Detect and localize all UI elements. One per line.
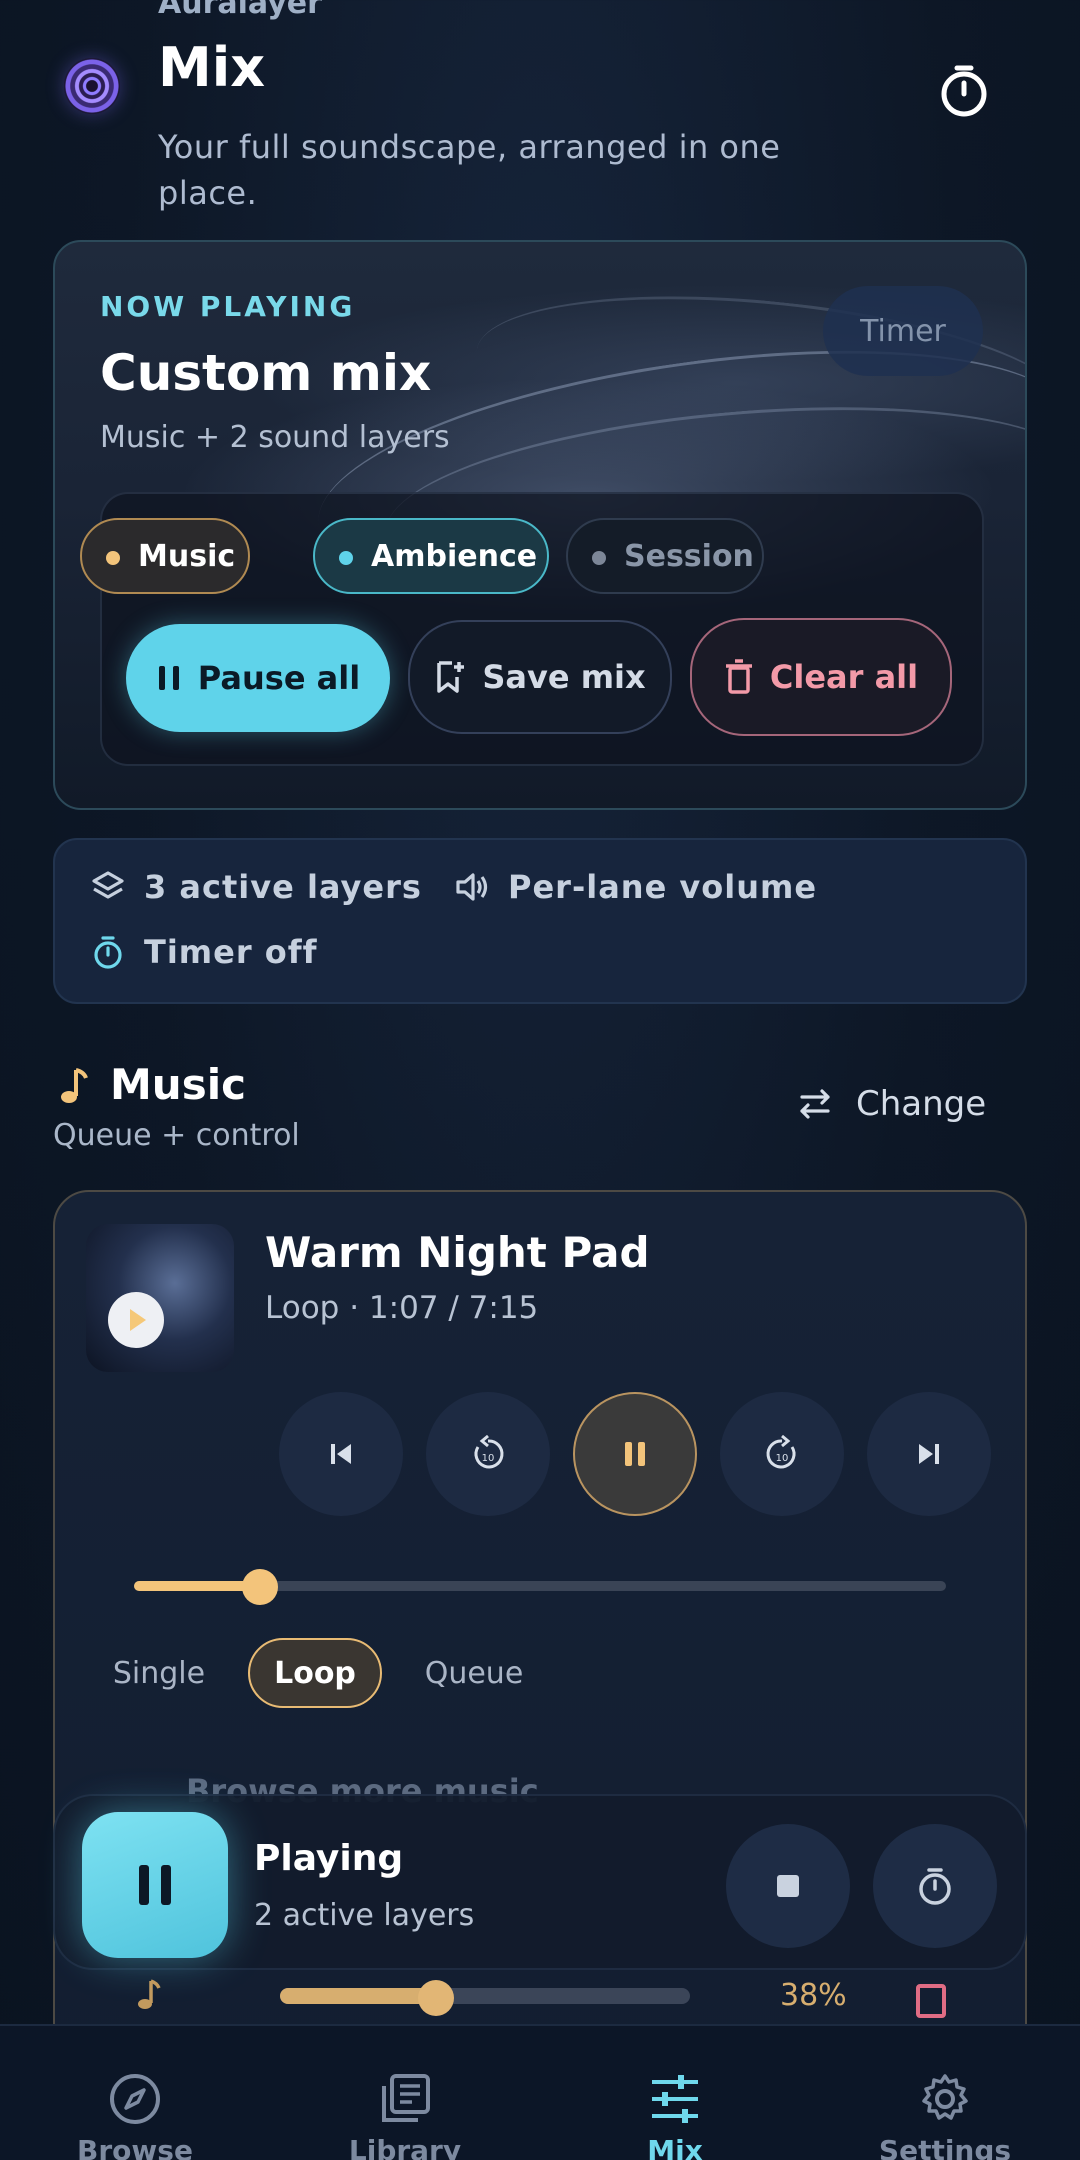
mode-single[interactable]: Single [104,1638,214,1708]
chip-session[interactable]: Session [566,518,764,594]
volume-icon [456,873,488,901]
chip-music-label: Music [138,538,236,574]
svg-text:10: 10 [776,1453,789,1464]
music-volume-percent: 38% [780,1978,847,2013]
save-mix-label: Save mix [482,658,646,696]
nav-browse-label: Browse [77,2134,193,2160]
layers-icon [92,871,124,899]
clear-all-label: Clear all [769,658,919,696]
chip-music[interactable]: Music [80,518,250,594]
app-logo [64,58,120,114]
track-meta: Loop · 1:07 / 7:15 [265,1290,539,1326]
pause-icon [139,1865,171,1905]
app-name: Auralayer [158,0,322,21]
album-art[interactable] [86,1224,234,1372]
mode-loop[interactable]: Loop [248,1638,382,1708]
chip-ambience[interactable]: Ambience [313,518,549,594]
stat-volume: Per-lane volume [454,868,817,906]
mini-player-title: Playing [254,1838,404,1879]
remove-layer-icon[interactable] [916,1984,946,2018]
nav-library[interactable]: Library [305,2072,505,2160]
music-dot-icon [106,551,120,565]
stat-timer-label: Timer off [144,933,318,971]
sleep-timer-button[interactable] [936,62,992,118]
nav-settings-label: Settings [878,2134,1012,2160]
music-section-title: Music [110,1060,246,1109]
page-title: Mix [158,36,266,99]
now-playing-label: NOW PLAYING [100,290,356,323]
stat-layers: 3 active layers [90,868,422,906]
nav-mix-label: Mix [647,2134,703,2160]
mix-subtitle: Music + 2 sound layers [100,420,450,455]
music-note-icon [61,1068,88,1103]
timer-icon [94,936,122,969]
mini-player-subtitle: 2 active layers [254,1898,475,1933]
compass-icon [110,2074,160,2124]
page-subtitle: Your full soundscape, arranged in one pl… [158,128,781,212]
next-button[interactable] [867,1392,991,1516]
mix-stats-card [53,838,1027,1004]
mix-title: Custom mix [100,344,432,402]
session-dot-icon [592,551,606,565]
stat-layers-label: 3 active layers [144,868,422,906]
pause-icon [625,1442,645,1466]
svg-text:10: 10 [482,1453,495,1464]
forward-10-button[interactable]: 10 [720,1392,844,1516]
music-volume-handle[interactable] [418,1980,454,2016]
stat-volume-label: Per-lane volume [508,868,818,906]
nav-settings[interactable]: Settings [845,2072,1045,2160]
replay-10-icon: 10 [474,1435,504,1469]
stopwatch-icon [941,65,987,117]
swap-icon [800,1089,830,1119]
timer-pill-button[interactable]: Timer [823,286,983,376]
play-disc-icon [108,1292,164,1348]
chip-session-label: Session [624,538,754,574]
bookmark-add-icon [437,661,465,693]
stop-icon [777,1875,799,1897]
nav-browse[interactable]: Browse [35,2072,235,2160]
previous-button[interactable] [279,1392,403,1516]
mode-queue[interactable]: Queue [410,1638,538,1708]
clear-all-button[interactable]: Clear all [690,618,952,736]
music-note-icon [138,1979,161,2009]
change-music-button[interactable]: Change [796,1084,986,1124]
pause-icon [158,666,179,690]
sliders-icon [652,2075,698,2123]
stopwatch-icon [919,1868,951,1905]
mini-timer-button[interactable] [873,1824,997,1948]
library-icon [382,2074,430,2122]
music-section-subtitle: Queue + control [53,1118,300,1153]
nav-mix[interactable]: Mix [575,2072,775,2160]
rewind-10-button[interactable]: 10 [426,1392,550,1516]
track-title: Warm Night Pad [265,1228,650,1277]
save-mix-button[interactable]: Save mix [408,620,672,734]
track-progress-handle[interactable] [242,1569,278,1605]
play-pause-button[interactable] [573,1392,697,1516]
trash-icon [725,659,752,694]
chip-ambience-label: Ambience [371,538,538,574]
forward-10-icon: 10 [766,1435,796,1469]
stat-timer: Timer off [90,933,318,971]
nav-library-label: Library [348,2134,462,2160]
pause-all-label: Pause all [197,659,361,697]
music-volume-fill [280,1988,436,2004]
mini-play-pause-button[interactable] [82,1812,228,1958]
skip-previous-icon [331,1444,351,1464]
gear-icon [922,2074,968,2120]
pause-all-button[interactable]: Pause all [126,624,390,732]
stop-button[interactable] [726,1824,850,1948]
skip-next-icon [919,1444,939,1464]
change-label: Change [856,1084,987,1124]
ambience-dot-icon [339,551,353,565]
